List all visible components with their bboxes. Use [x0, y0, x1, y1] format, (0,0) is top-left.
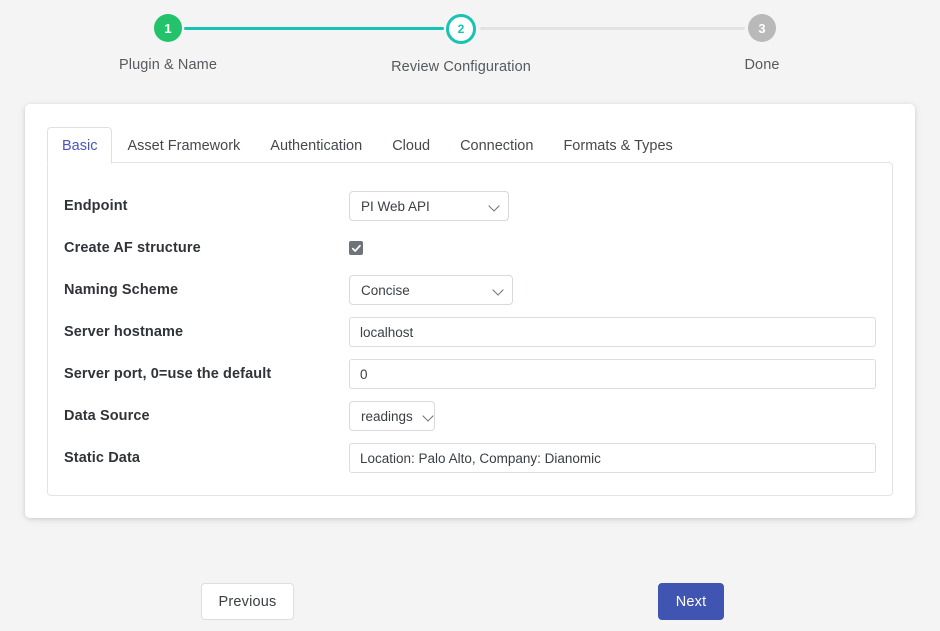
chevron-down-icon [493, 285, 504, 296]
static-data-input[interactable]: Location: Palo Alto, Company: Dianomic [349, 443, 876, 473]
naming-scheme-select-value: Concise [361, 283, 410, 298]
control-server-port: 0 [349, 359, 894, 389]
naming-scheme-select[interactable]: Concise [349, 275, 513, 305]
wizard-stepper: 1 Plugin & Name 2 Review Configuration 3… [0, 0, 940, 92]
form-row-endpoint: Endpoint PI Web API [48, 185, 894, 227]
control-endpoint: PI Web API [349, 191, 894, 221]
label-server-hostname: Server hostname [64, 324, 349, 340]
stepper-step-review-configuration[interactable]: 2 Review Configuration [371, 14, 551, 75]
form-row-data-source: Data Source readings [48, 395, 894, 437]
step-label-2: Review Configuration [371, 59, 551, 75]
label-static-data: Static Data [64, 450, 349, 466]
basic-settings-form: Endpoint PI Web API Create AF structure [48, 163, 894, 479]
server-port-input[interactable]: 0 [349, 359, 876, 389]
tab-basic[interactable]: Basic [47, 127, 112, 164]
configuration-card: Basic Asset Framework Authentication Clo… [25, 104, 915, 518]
create-af-structure-checkbox[interactable] [349, 241, 363, 255]
control-naming-scheme: Concise [349, 275, 894, 305]
step-number-badge-3: 3 [748, 14, 776, 42]
tab-authentication[interactable]: Authentication [255, 127, 377, 164]
data-source-select[interactable]: readings [349, 401, 435, 431]
form-row-server-hostname: Server hostname localhost [48, 311, 894, 353]
control-server-hostname: localhost [349, 317, 894, 347]
tab-connection[interactable]: Connection [445, 127, 548, 164]
tab-cloud[interactable]: Cloud [377, 127, 445, 164]
tab-asset-framework[interactable]: Asset Framework [112, 127, 255, 164]
form-row-static-data: Static Data Location: Palo Alto, Company… [48, 437, 894, 479]
form-row-server-port: Server port, 0=use the default 0 [48, 353, 894, 395]
form-row-naming-scheme: Naming Scheme Concise [48, 269, 894, 311]
stepper-step-plugin-and-name[interactable]: 1 Plugin & Name [78, 14, 258, 73]
server-hostname-input[interactable]: localhost [349, 317, 876, 347]
check-icon [351, 243, 362, 254]
control-static-data: Location: Palo Alto, Company: Dianomic [349, 443, 894, 473]
endpoint-select[interactable]: PI Web API [349, 191, 509, 221]
endpoint-select-value: PI Web API [361, 199, 430, 214]
step-number-badge-2: 2 [446, 14, 476, 44]
label-create-af-structure: Create AF structure [64, 240, 349, 256]
step-label-1: Plugin & Name [78, 57, 258, 73]
control-data-source: readings [349, 401, 894, 431]
step-label-3: Done [672, 57, 852, 73]
tab-bar: Basic Asset Framework Authentication Clo… [47, 126, 893, 164]
previous-button[interactable]: Previous [201, 583, 294, 620]
chevron-down-icon [489, 201, 500, 212]
label-endpoint: Endpoint [64, 198, 349, 214]
label-server-port: Server port, 0=use the default [64, 366, 349, 382]
tab-formats-and-types[interactable]: Formats & Types [548, 127, 687, 164]
chevron-down-icon [423, 411, 434, 422]
form-row-create-af-structure: Create AF structure [48, 227, 894, 269]
label-naming-scheme: Naming Scheme [64, 282, 349, 298]
stepper-step-done[interactable]: 3 Done [672, 14, 852, 73]
tab-panel-basic: Endpoint PI Web API Create AF structure [47, 162, 893, 496]
step-number-badge-1: 1 [154, 14, 182, 42]
control-create-af-structure [349, 241, 894, 255]
data-source-select-value: readings [361, 409, 413, 424]
label-data-source: Data Source [64, 408, 349, 424]
next-button[interactable]: Next [658, 583, 724, 620]
